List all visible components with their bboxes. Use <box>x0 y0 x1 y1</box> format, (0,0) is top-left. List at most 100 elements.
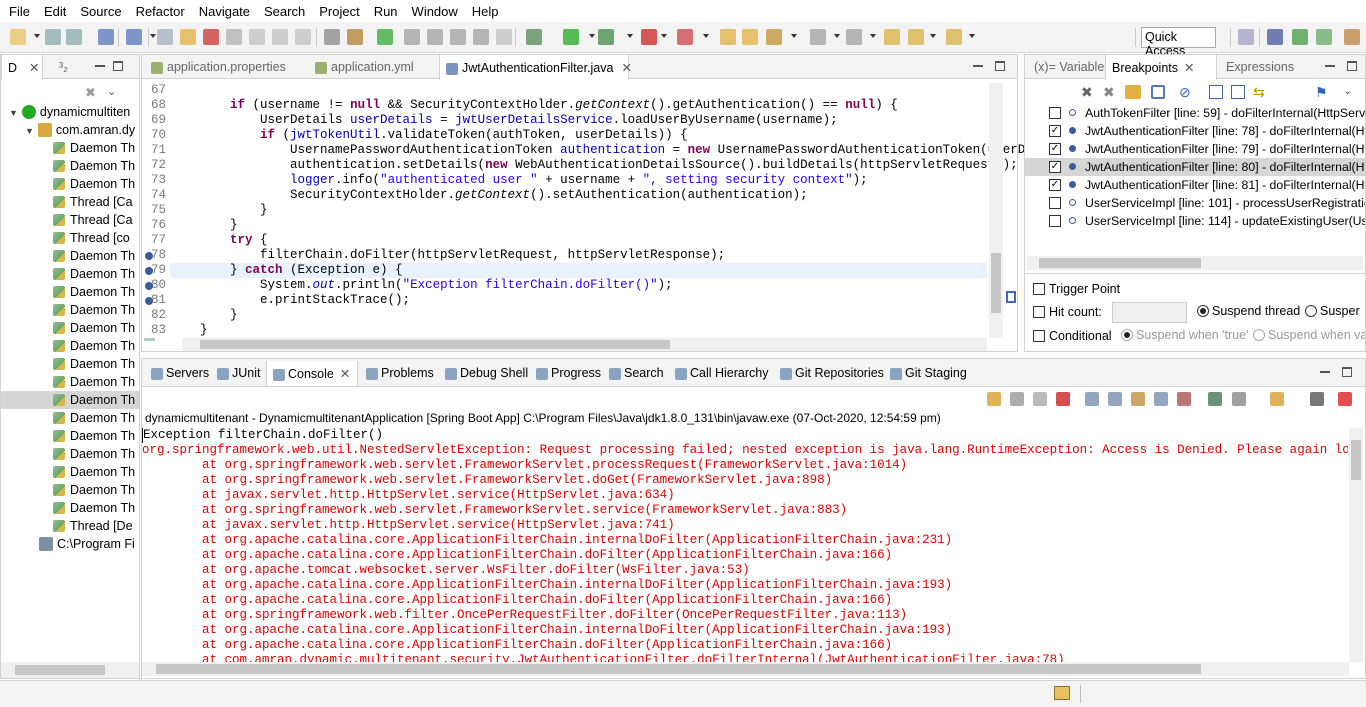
debug-tree-item[interactable]: Daemon Th <box>1 445 139 463</box>
tab-git-repositories[interactable]: Git Repositories <box>774 361 884 385</box>
terminate-icon[interactable] <box>203 29 219 45</box>
menu-item-help[interactable]: Help <box>465 4 506 19</box>
copy-icon[interactable] <box>1310 392 1324 406</box>
trigger-point-option[interactable]: Trigger Point <box>1033 281 1120 296</box>
right-minimize-icon[interactable] <box>1325 61 1335 67</box>
chevron-down-icon[interactable] <box>834 34 840 38</box>
maximize-icon[interactable] <box>113 61 123 71</box>
step-return-icon[interactable] <box>295 29 311 45</box>
right-tab[interactable]: Expressions <box>1220 55 1320 79</box>
debug-tree-item[interactable]: Daemon Th <box>1 337 139 355</box>
code-line[interactable]: 73 logger.info("authenticated user " + u… <box>142 173 987 188</box>
forward-icon[interactable] <box>946 29 962 45</box>
menu-item-project[interactable]: Project <box>312 4 366 19</box>
menu-item-file[interactable]: File <box>2 4 37 19</box>
debug-tree-item[interactable]: Daemon Th <box>1 391 139 409</box>
word-wrap-icon[interactable] <box>1131 392 1145 406</box>
debug-tree-item[interactable]: Daemon Th <box>1 157 139 175</box>
view-menu-icon[interactable]: ⌄ <box>107 85 121 99</box>
back-icon[interactable] <box>908 29 924 45</box>
menu-item-window[interactable]: Window <box>405 4 465 19</box>
debug-tree-item[interactable]: Daemon Th <box>1 283 139 301</box>
open-console-icon[interactable] <box>1270 392 1284 406</box>
tab-progress[interactable]: Progress <box>530 361 602 385</box>
breakpoint-checkbox[interactable]: ✓ <box>1049 143 1061 155</box>
spring-boot-icon[interactable] <box>377 29 393 45</box>
menu-item-refactor[interactable]: Refactor <box>129 4 192 19</box>
code-line[interactable]: 78 filterChain.doFilter(httpServletReque… <box>142 248 987 263</box>
breakpoint-checkbox[interactable] <box>1049 197 1061 209</box>
tab-problems[interactable]: Problems <box>360 361 435 385</box>
console-horizontal-scrollbar[interactable] <box>142 662 1349 676</box>
debug-tree-item[interactable]: Daemon Th <box>1 499 139 517</box>
tab-debug-shell[interactable]: Debug Shell <box>439 361 528 385</box>
console-vertical-scrollbar[interactable] <box>1349 428 1363 662</box>
menu-item-navigate[interactable]: Navigate <box>192 4 257 19</box>
scroll-lock-icon[interactable] <box>1108 392 1122 406</box>
close-icon[interactable]: ✕ <box>621 61 631 75</box>
debug-tree-item[interactable]: Thread [co <box>1 229 139 247</box>
clear-console-icon[interactable] <box>1085 392 1099 406</box>
breakpoint-marker-icon[interactable] <box>145 267 153 275</box>
chevron-down-icon[interactable] <box>791 34 797 38</box>
perspective-open-icon[interactable] <box>1238 29 1254 45</box>
debug-tree-item[interactable]: Thread [Ca <box>1 211 139 229</box>
suspend-thread-radio[interactable]: Suspend thread <box>1197 304 1300 318</box>
pin-console-icon[interactable] <box>1208 392 1222 406</box>
chevron-down-icon[interactable] <box>589 34 595 38</box>
breakpoint-marker-icon[interactable] <box>145 297 153 305</box>
code-line[interactable]: 70 if (jwtTokenUtil.validateToken(authTo… <box>142 128 987 143</box>
show-whitespace-icon[interactable] <box>473 29 489 45</box>
chevron-down-icon[interactable] <box>969 34 975 38</box>
coverage-icon[interactable] <box>598 29 614 45</box>
debug-tree-item[interactable]: Daemon Th <box>1 355 139 373</box>
conditional-option[interactable]: Conditional <box>1033 328 1112 343</box>
debug-tree-item[interactable]: Thread [De <box>1 517 139 535</box>
last-edit-icon[interactable] <box>884 29 900 45</box>
chevron-down-icon[interactable] <box>930 34 936 38</box>
close-icon[interactable]: ✕ <box>340 367 350 381</box>
conditional-checkbox[interactable] <box>1033 330 1045 342</box>
debug-tree-item[interactable]: Daemon Th <box>1 175 139 193</box>
editor-vertical-scrollbar[interactable] <box>989 83 1003 338</box>
refresh-icon[interactable] <box>987 392 1001 406</box>
skip-all-breakpoints-icon[interactable] <box>126 29 142 45</box>
annotation-icon[interactable] <box>427 29 443 45</box>
breakpoint-checkbox[interactable]: ✓ <box>1049 125 1061 137</box>
debug-tree-item[interactable]: Thread [Ca <box>1 193 139 211</box>
show-stdout-icon[interactable] <box>1154 392 1168 406</box>
tab-git-staging[interactable]: Git Staging <box>884 361 974 385</box>
debug-perspective-icon[interactable] <box>1316 29 1332 45</box>
breakpoint-item[interactable]: ✓ JwtAuthenticationFilter [line: 79] - do… <box>1025 140 1365 158</box>
quick-access-input[interactable]: Quick Access <box>1141 27 1216 58</box>
remove-all-breakpoints-icon[interactable]: ✖ <box>1103 84 1115 101</box>
debug-tree-item[interactable]: Daemon Th <box>1 301 139 319</box>
status-icon[interactable] <box>1054 686 1070 700</box>
stop-icon[interactable] <box>641 29 657 45</box>
remove-breakpoint-icon[interactable]: ✖ <box>1081 84 1093 101</box>
step-over-icon[interactable] <box>272 29 288 45</box>
code-area[interactable]: 67 68 if (username != null && SecurityCon… <box>142 83 1033 355</box>
right-tab[interactable]: Breakpoints ✕ <box>1105 55 1217 80</box>
resume-icon[interactable] <box>157 29 173 45</box>
debug-tree-item[interactable]: Daemon Th <box>1 319 139 337</box>
editor-maximize-icon[interactable] <box>995 61 1005 71</box>
breakpoint-item[interactable]: UserServiceImpl [line: 114] - updateExis… <box>1025 212 1365 230</box>
console-output[interactable]: Exception filterChain.doFilter() org.spri… <box>142 428 1348 662</box>
breakpoint-item[interactable]: UserServiceImpl [line: 101] - processUse… <box>1025 194 1365 212</box>
code-line[interactable]: 76 } <box>142 218 987 233</box>
paragraph-icon[interactable] <box>496 29 512 45</box>
chevron-down-icon[interactable] <box>627 34 633 38</box>
code-line[interactable]: 67 <box>142 83 987 98</box>
editor-tab[interactable]: application.properties <box>145 55 305 79</box>
open-task-icon[interactable] <box>404 29 420 45</box>
open-folder-icon[interactable] <box>720 29 736 45</box>
breakpoint-checkbox[interactable]: ✓ <box>1049 161 1061 173</box>
open-type-icon[interactable] <box>324 29 340 45</box>
breakpoint-item[interactable]: ✓ JwtAuthenticationFilter [line: 81] - do… <box>1025 176 1365 194</box>
collapse-all-icon[interactable] <box>1231 85 1245 99</box>
code-line[interactable]: 71 UsernamePasswordAuthenticationToken a… <box>142 143 1033 158</box>
editor-minimize-icon[interactable] <box>973 61 983 67</box>
code-line[interactable]: 68 if (username != null && SecurityConte… <box>142 98 987 113</box>
debug-tree-item[interactable]: Daemon Th <box>1 373 139 391</box>
